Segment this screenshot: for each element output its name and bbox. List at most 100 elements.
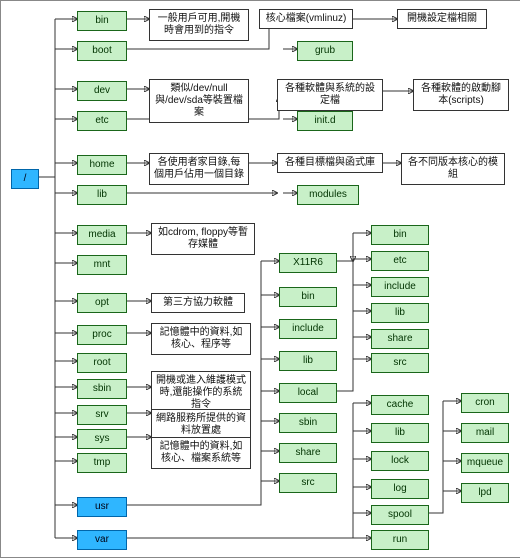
- label: cache: [387, 399, 414, 410]
- node-proc: proc: [77, 325, 127, 345]
- label: tmp: [94, 457, 111, 468]
- node-opt: opt: [77, 293, 127, 313]
- label: lock: [391, 455, 409, 466]
- note-lib: 各不同版本核心的模組: [401, 153, 505, 185]
- label: spool: [388, 509, 412, 520]
- node-grub: grub: [297, 41, 353, 61]
- label: init.d: [314, 115, 335, 126]
- label: etc: [393, 255, 406, 266]
- note-boot: 核心檔案(vmlinuz): [259, 9, 353, 29]
- label: X11R6: [293, 257, 323, 268]
- node-local-src: src: [371, 353, 429, 373]
- note-media: 如cdrom, floppy等暫存媒體: [151, 223, 255, 255]
- note-boot2: 開機設定檔相關: [397, 9, 487, 29]
- label: include: [292, 323, 324, 334]
- node-local-share: share: [371, 329, 429, 349]
- node-root: /: [11, 169, 39, 189]
- node-srv: srv: [77, 405, 127, 425]
- node-local-bin: bin: [371, 225, 429, 245]
- node-usr-x11r6: X11R6: [279, 253, 337, 273]
- node-etc: etc: [77, 111, 127, 131]
- node-modules: modules: [297, 185, 359, 205]
- node-var-lib: lib: [371, 423, 429, 443]
- label: include: [384, 281, 416, 292]
- node-root2: root: [77, 353, 127, 373]
- node-usr-include: include: [279, 319, 337, 339]
- label: srv: [95, 409, 108, 420]
- node-local-include: include: [371, 277, 429, 297]
- node-var-run: run: [371, 530, 429, 550]
- node-dev: dev: [77, 81, 127, 101]
- node-var-spool: spool: [371, 505, 429, 525]
- label: dev: [94, 85, 110, 96]
- label: share: [387, 333, 412, 344]
- note-home: 各使用者家目錄,每個用戶佔用一個目錄: [149, 153, 249, 185]
- node-var-lock: lock: [371, 451, 429, 471]
- note-sys: 記憶體中的資料,如核心、檔案系統等: [151, 437, 251, 469]
- label: modules: [309, 189, 347, 200]
- label: mail: [476, 427, 494, 438]
- label: src: [393, 357, 406, 368]
- node-var-cache: cache: [371, 395, 429, 415]
- node-mnt: mnt: [77, 255, 127, 275]
- label: boot: [92, 45, 111, 56]
- label: src: [301, 477, 314, 488]
- label: share: [295, 447, 320, 458]
- label: root: [93, 357, 110, 368]
- label: lib: [97, 189, 107, 200]
- note-proc: 記憶體中的資料,如核心、程序等: [151, 323, 251, 355]
- node-sbin: sbin: [77, 379, 127, 399]
- label: log: [393, 483, 406, 494]
- label: sbin: [299, 417, 317, 428]
- node-bin: bin: [77, 11, 127, 31]
- tree-diagram: / bin boot dev etc home lib media mnt op…: [0, 0, 520, 558]
- node-var: var: [77, 530, 127, 550]
- node-local-lib: lib: [371, 303, 429, 323]
- label: cron: [475, 397, 494, 408]
- node-usr-lib: lib: [279, 351, 337, 371]
- node-media: media: [77, 225, 127, 245]
- label: lib: [395, 307, 405, 318]
- node-lib: lib: [77, 185, 127, 205]
- label: local: [298, 387, 319, 398]
- label: proc: [92, 329, 111, 340]
- node-initd: init.d: [297, 111, 353, 131]
- label: bin: [301, 291, 314, 302]
- label: sys: [95, 433, 110, 444]
- note-etc: 各種軟體與系統的設定檔: [277, 79, 383, 111]
- node-usr-src: src: [279, 473, 337, 493]
- node-tmp: tmp: [77, 453, 127, 473]
- note-bin: 一般用戶可用,開機時會用到的指令: [149, 9, 249, 41]
- label: sbin: [93, 383, 111, 394]
- label: grub: [315, 45, 335, 56]
- label: lib: [303, 355, 313, 366]
- node-usr-bin: bin: [279, 287, 337, 307]
- node-spool-mail: mail: [461, 423, 509, 443]
- node-usr-share: share: [279, 443, 337, 463]
- label: etc: [95, 115, 108, 126]
- label: media: [88, 229, 115, 240]
- label: lib: [395, 427, 405, 438]
- node-spool-lpd: lpd: [461, 483, 509, 503]
- node-usr-sbin: sbin: [279, 413, 337, 433]
- note-dev: 類似/dev/null與/dev/sda等裝置檔案: [149, 79, 249, 123]
- label: home: [89, 159, 114, 170]
- node-var-log: log: [371, 479, 429, 499]
- label: opt: [95, 297, 109, 308]
- note-opt: 第三方協力軟體: [151, 293, 245, 313]
- note-home2: 各種目標檔與函式庫: [277, 153, 383, 173]
- node-home: home: [77, 155, 127, 175]
- node-spool-mqueue: mqueue: [461, 453, 509, 473]
- node-usr: usr: [77, 497, 127, 517]
- node-usr-local: local: [279, 383, 337, 403]
- node-spool-cron: cron: [461, 393, 509, 413]
- label: run: [393, 534, 407, 545]
- label: /: [24, 173, 27, 184]
- label: bin: [393, 229, 406, 240]
- node-boot: boot: [77, 41, 127, 61]
- label: mqueue: [467, 457, 503, 468]
- note-etc2: 各種軟體的啟動腳本(scripts): [413, 79, 509, 111]
- label: lpd: [478, 487, 491, 498]
- label: bin: [95, 15, 108, 26]
- node-sys: sys: [77, 429, 127, 449]
